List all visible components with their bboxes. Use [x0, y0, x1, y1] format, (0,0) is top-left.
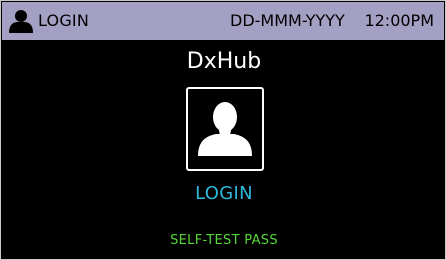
app-title: DxHub [186, 49, 262, 74]
status-time: 12:00PM [364, 11, 434, 30]
login-label[interactable]: LOGIN [1, 182, 446, 206]
user-silhouette-icon [198, 102, 252, 156]
status-bar: LOGIN DD-MMM-YYYY 12:00PM [2, 2, 444, 40]
login-button[interactable] [186, 87, 264, 171]
status-date: DD-MMM-YYYY [230, 11, 345, 30]
device-screen: LOGIN DD-MMM-YYYY 12:00PM DxHub LOGIN SE… [0, 0, 446, 260]
user-icon [9, 9, 33, 33]
self-test-status: SELF-TEST PASS [170, 233, 278, 248]
status-mode-label: LOGIN [38, 11, 90, 30]
